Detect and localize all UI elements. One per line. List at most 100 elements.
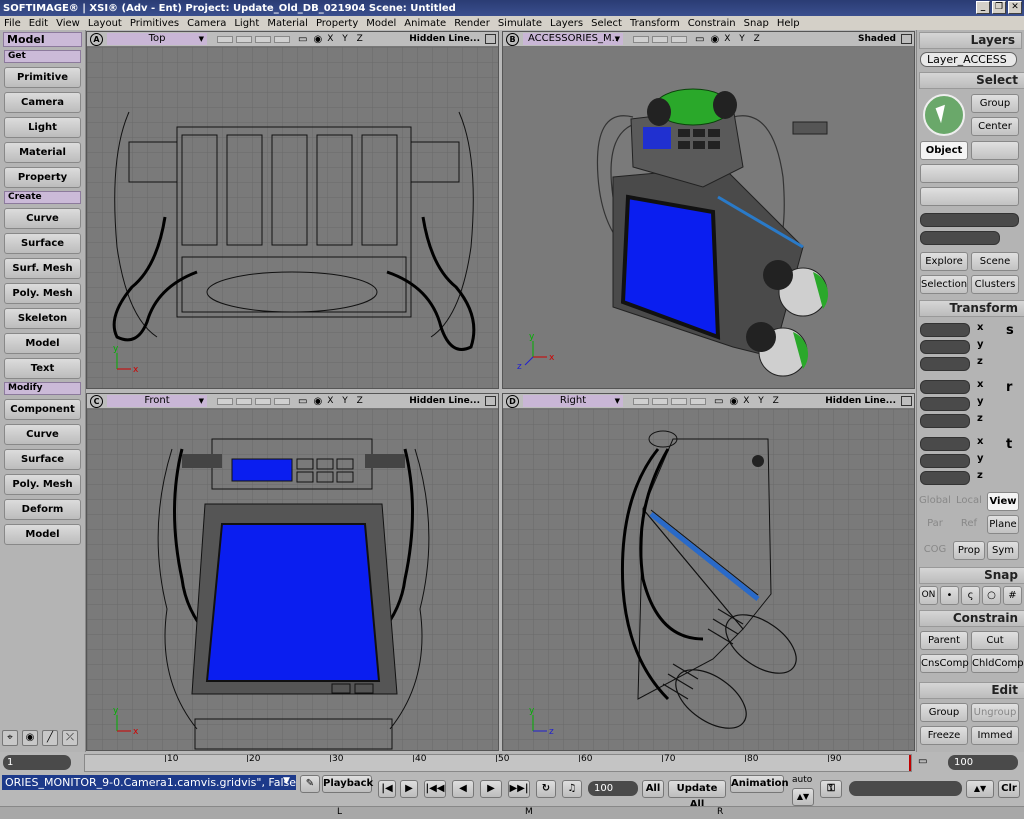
step-back-icon[interactable]: ◀ [452, 780, 474, 798]
scene-button[interactable]: Scene [971, 252, 1019, 271]
play-backward-icon[interactable]: ▶ [400, 780, 418, 798]
edit-header[interactable]: Edit [919, 682, 1024, 699]
viewport-a-tool[interactable] [255, 35, 271, 43]
camera-icon[interactable]: ▭ [695, 34, 704, 45]
menu-model[interactable]: Model [366, 18, 396, 29]
scale-y-field[interactable] [920, 340, 970, 354]
auto-key-toggle-icon[interactable]: ▲▼ [792, 788, 814, 806]
chldcomp-button[interactable]: ChldComp [971, 654, 1024, 673]
create-text-button[interactable]: Text [4, 358, 81, 379]
menu-file[interactable]: File [4, 18, 21, 29]
timeline-start-field[interactable]: 1 [3, 755, 71, 770]
viewport-d-tool[interactable] [633, 397, 649, 405]
snap-surface-icon[interactable]: ○ [982, 586, 1001, 605]
viewport-a-canvas[interactable]: y x [87, 47, 499, 389]
minimize-button[interactable]: _ [976, 1, 990, 14]
viewport-b-camera-menu[interactable]: ACCESSORIES_M.. [523, 33, 623, 45]
get-section-header[interactable]: Get [4, 50, 81, 63]
modify-component-button[interactable]: Component [4, 399, 81, 420]
viewport-d-xyz[interactable]: X Y Z [743, 396, 782, 406]
menu-layers[interactable]: Layers [550, 18, 583, 29]
timeline-ruler[interactable]: 10 20 30 40 50 60 70 80 90 [84, 754, 912, 772]
menu-snap[interactable]: Snap [744, 18, 769, 29]
rotate-x-field[interactable] [920, 380, 970, 394]
viewport-c-camera-menu[interactable]: Front [107, 395, 207, 407]
all-button[interactable]: All [642, 780, 664, 798]
translate-y-field[interactable] [920, 454, 970, 468]
translate-x-field[interactable] [920, 437, 970, 451]
select-tool-icon[interactable]: ⌖ [2, 730, 18, 746]
maximize-viewport-icon[interactable] [485, 34, 496, 44]
toolbar-title[interactable]: Model [3, 32, 82, 47]
playback-button[interactable]: Playback [322, 775, 373, 793]
current-frame-field[interactable]: 100 [588, 781, 638, 796]
eye-icon[interactable]: ◉ [729, 396, 738, 407]
viewport-b-canvas[interactable]: y x z [503, 47, 915, 389]
first-frame-icon[interactable]: |◀ [378, 780, 396, 798]
cnscomp-button[interactable]: CnsComp [920, 654, 969, 673]
viewport-d[interactable]: D Right ▭ ◉ X Y Z Hidden Line... [502, 393, 915, 751]
viewport-c-display-mode[interactable]: Hidden Line... [409, 396, 480, 406]
select-filter-dropdown[interactable] [920, 187, 1019, 206]
select-header[interactable]: Select [919, 72, 1024, 89]
viewport-a-camera-menu[interactable]: Top [107, 33, 207, 45]
command-line[interactable]: ORIES_MONITOR_9-0.Camera1.camvis.gridvis… [2, 775, 296, 790]
create-surf-mesh-button[interactable]: Surf. Mesh [4, 258, 81, 279]
camera-icon[interactable]: ▭ [714, 396, 723, 407]
timeline-end-marker[interactable] [909, 755, 911, 771]
key-icon[interactable]: ⚿ [820, 780, 842, 798]
menu-simulate[interactable]: Simulate [498, 18, 542, 29]
translate-z-field[interactable] [920, 471, 970, 485]
snap-point-icon[interactable]: • [940, 586, 959, 605]
menu-transform[interactable]: Transform [630, 18, 680, 29]
viewport-b-display-mode[interactable]: Shaded [858, 34, 896, 44]
par-button[interactable]: Par [919, 515, 951, 534]
loop-icon[interactable]: ↻ [536, 780, 556, 798]
menu-view[interactable]: View [56, 18, 80, 29]
script-editor-icon[interactable]: ✎ [300, 775, 320, 793]
viewport-a-letter[interactable]: A [90, 32, 103, 46]
rotate-y-field[interactable] [920, 397, 970, 411]
menu-select[interactable]: Select [591, 18, 622, 29]
close-button[interactable]: ✕ [1008, 1, 1022, 14]
modify-surface-button[interactable]: Surface [4, 449, 81, 470]
rotate-label[interactable]: r [1006, 380, 1012, 395]
object-button[interactable]: Object [920, 141, 968, 160]
menu-constrain[interactable]: Constrain [688, 18, 736, 29]
viewport-d-display-mode[interactable]: Hidden Line... [825, 396, 896, 406]
menu-light[interactable]: Light [234, 18, 259, 29]
snap-on-button[interactable]: ON [919, 586, 938, 605]
get-material-button[interactable]: Material [4, 142, 81, 163]
get-camera-button[interactable]: Camera [4, 92, 81, 113]
tweak-tool-icon[interactable]: ⤫ [62, 730, 78, 746]
viewport-c-tool[interactable] [217, 397, 233, 405]
create-model-button[interactable]: Model [4, 333, 81, 354]
viewport-b-tool[interactable] [652, 35, 668, 43]
parent-button[interactable]: Parent [920, 631, 968, 650]
viewport-b-xyz[interactable]: X Y Z [724, 34, 763, 44]
select-tool-icon[interactable] [923, 94, 965, 136]
auto-key-label[interactable]: auto [792, 775, 812, 785]
layer-dropdown[interactable]: Layer_ACCESS [920, 52, 1017, 67]
audio-icon[interactable]: ♫ [562, 780, 582, 798]
brush-tool-icon[interactable]: ╱ [42, 730, 58, 746]
snap-header[interactable]: Snap [919, 567, 1024, 584]
immed-button[interactable]: Immed [971, 726, 1019, 745]
viewport-c-letter[interactable]: C [90, 394, 103, 408]
timeline-range-icon[interactable]: ▭ [918, 756, 927, 767]
group-edit-button[interactable]: Group [920, 703, 968, 722]
scale-label[interactable]: s [1006, 323, 1014, 338]
restore-button[interactable]: ❐ [992, 1, 1006, 14]
create-curve-button[interactable]: Curve [4, 208, 81, 229]
scale-z-field[interactable] [920, 357, 970, 371]
viewport-c-tool[interactable] [236, 397, 252, 405]
menu-property[interactable]: Property [316, 18, 358, 29]
viewport-c-tool[interactable] [274, 397, 290, 405]
menu-animate[interactable]: Animate [404, 18, 446, 29]
selection-filter-field[interactable] [920, 231, 1000, 245]
viewport-d-tool[interactable] [690, 397, 706, 405]
viewport-d-canvas[interactable]: y z [503, 409, 915, 751]
viewport-d-letter[interactable]: D [506, 394, 519, 408]
select-filter-button[interactable] [920, 164, 1019, 183]
scale-x-field[interactable] [920, 323, 970, 337]
